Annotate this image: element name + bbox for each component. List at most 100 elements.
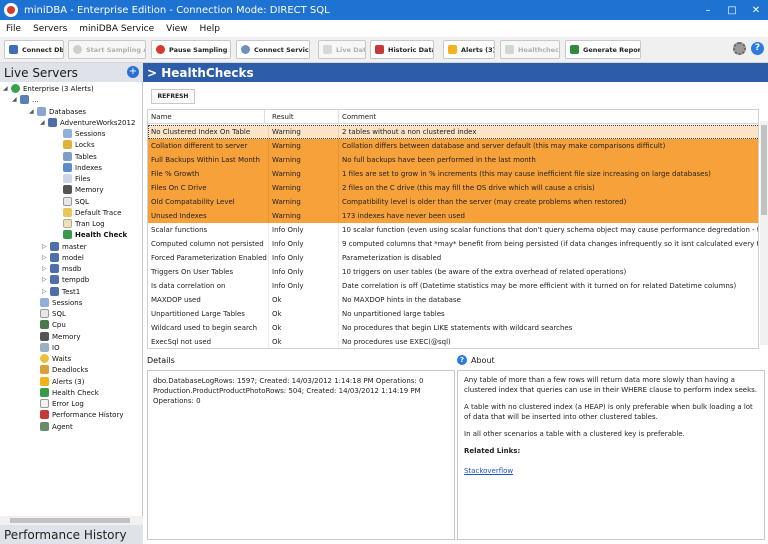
settings-gear-icon[interactable] <box>733 42 746 55</box>
table-row[interactable]: Files On C Drive Warning 2 files on the C … <box>148 181 758 195</box>
cell-name: Is data correlation on <box>148 279 269 293</box>
tree-label: Tables <box>75 152 97 161</box>
close-button[interactable]: ✕ <box>744 0 768 20</box>
tree-node-db-sessions[interactable]: Sessions <box>63 128 105 139</box>
tree-node-enterprise[interactable]: ◢ Enterprise (3 Alerts) <box>3 83 94 94</box>
tree-node-msdb[interactable]: ▷ msdb <box>42 263 81 274</box>
tree-node-db-sql[interactable]: SQL <box>63 196 89 207</box>
table-row[interactable]: MAXDOP used Ok No MAXDOP hints in the data… <box>148 293 758 307</box>
tree-node-tables[interactable]: Tables <box>63 151 97 162</box>
cell-comment: No full backups have been performed in t… <box>339 153 758 167</box>
server-icon <box>11 84 20 93</box>
calendar-icon <box>375 45 384 54</box>
cell-name: MAXDOP used <box>148 293 269 307</box>
tree-node-default-trace[interactable]: Default Trace <box>63 207 121 218</box>
tree-node-cpu[interactable]: Cpu <box>40 319 66 330</box>
tree-node-files[interactable]: Files <box>63 173 90 184</box>
menu-minidba-service[interactable]: miniDBA Service <box>73 24 160 34</box>
performance-history-header[interactable]: Performance History <box>0 525 143 544</box>
cell-comment: 2 tables without a non clustered index <box>339 125 758 139</box>
table-row[interactable]: ExecSql not used Ok No procedures use EXEC… <box>148 335 758 348</box>
cell-name: Computed column not persisted <box>148 237 269 251</box>
alerts-button[interactable]: Alerts (3) <box>443 40 495 59</box>
tree-node-tempdb[interactable]: ▷ tempdb <box>42 274 89 285</box>
scrollbar-thumb[interactable] <box>761 125 767 215</box>
about-paragraph: In all other scenarios a table with a cl… <box>464 430 685 438</box>
tree-node-tran-log[interactable]: Tran Log <box>63 218 105 229</box>
connect-service-button[interactable]: Connect Service <box>236 40 310 59</box>
trace-icon <box>63 208 72 217</box>
connect-db-label: Connect Db <box>22 45 64 54</box>
menu-view[interactable]: View <box>160 24 193 34</box>
tree-label: Performance History <box>52 410 124 419</box>
table-row[interactable]: No Clustered Index On Table Warning 2 tabl… <box>148 125 758 139</box>
table-row[interactable]: Collation different to server Warning Coll… <box>148 139 758 153</box>
tree-node-alerts[interactable]: Alerts (3) <box>40 376 84 387</box>
minimize-button[interactable]: – <box>696 0 720 20</box>
health-check-icon <box>63 230 72 239</box>
tree-node-sql[interactable]: SQL <box>40 308 66 319</box>
cell-result: Ok <box>269 335 339 348</box>
sql-icon <box>63 197 72 206</box>
tree-node-error-log[interactable]: Error Log <box>40 398 84 409</box>
about-header: ? About <box>457 355 495 365</box>
tree-node-indexes[interactable]: Indexes <box>63 162 102 173</box>
healthcheck-button[interactable]: Healthcheck <box>500 40 560 59</box>
connect-db-button[interactable]: Connect Db <box>4 40 64 59</box>
pause-sampling-all-button[interactable]: Pause Sampling All <box>151 40 231 59</box>
help-icon[interactable]: ? <box>751 42 764 55</box>
generate-reports-button[interactable]: Generate Reports <box>565 40 641 59</box>
tree-node-master[interactable]: ▷ master <box>42 241 87 252</box>
tree-node-adventureworks[interactable]: ◢ AdventureWorks2012 <box>40 117 135 128</box>
table-row[interactable]: Is data correlation on Info Only Date corr… <box>148 279 758 293</box>
table-row[interactable]: Unused Indexes Warning 173 indexes have ne… <box>148 209 758 223</box>
tree-node-db-health-check[interactable]: Health Check <box>63 229 127 240</box>
cell-comment: Parameterization is disabled <box>339 251 758 265</box>
table-row[interactable]: Wildcard used to begin search Ok No proced… <box>148 321 758 335</box>
table-row[interactable]: Full Backups Within Last Month Warning No … <box>148 153 758 167</box>
tree-horizontal-scrollbar[interactable] <box>0 516 143 525</box>
index-icon <box>63 163 72 172</box>
table-row[interactable]: Unpartitioned Large Tables Ok No unpartiti… <box>148 307 758 321</box>
table-row[interactable]: Triggers On User Tables Info Only 10 trigg… <box>148 265 758 279</box>
table-row[interactable]: Scalar functions Info Only 10 scalar funct… <box>148 223 758 237</box>
table-row[interactable]: Old Compatability Level Warning Compatibil… <box>148 195 758 209</box>
tree-node-waits[interactable]: Waits <box>40 353 71 364</box>
menu-servers[interactable]: Servers <box>27 24 73 34</box>
cell-comment: 9 computed columns that *may* benefit fr… <box>339 237 758 251</box>
live-data-button[interactable]: Live Data <box>318 40 366 59</box>
tree-node-instance[interactable]: ◢... <box>12 94 39 105</box>
tree-node-memory[interactable]: Memory <box>40 331 80 342</box>
tree-node-agent[interactable]: Agent <box>40 421 73 432</box>
maximize-button[interactable]: □ <box>720 0 744 20</box>
menu-help[interactable]: Help <box>193 24 226 34</box>
table-row[interactable]: File % Growth Warning 1 files are set to g… <box>148 167 758 181</box>
table-row[interactable]: Computed column not persisted Info Only 9 … <box>148 237 758 251</box>
tree-node-deadlocks[interactable]: Deadlocks <box>40 364 88 375</box>
column-header-comment[interactable]: Comment <box>339 110 758 124</box>
refresh-button[interactable]: REFRESH <box>151 89 195 104</box>
column-header-name[interactable]: Name <box>148 110 265 124</box>
menu-file[interactable]: File <box>0 24 27 34</box>
grid-vertical-scrollbar[interactable] <box>760 121 768 345</box>
add-server-icon[interactable]: + <box>127 66 139 78</box>
cell-result: Ok <box>269 321 339 335</box>
cell-comment: No procedures that begin LIKE statements… <box>339 321 758 335</box>
scrollbar-thumb[interactable] <box>10 518 130 523</box>
tree-node-db-memory[interactable]: Memory <box>63 184 103 195</box>
historic-data-button[interactable]: Historic Data <box>370 40 434 59</box>
tree-node-health-check[interactable]: Health Check <box>40 387 99 398</box>
tree-node-io[interactable]: IO <box>40 342 60 353</box>
cell-result: Info Only <box>269 237 339 251</box>
alerts-label: Alerts (3) <box>461 45 495 54</box>
tree-node-model[interactable]: ▷ model <box>42 252 84 263</box>
stackoverflow-link[interactable]: Stackoverflow <box>464 466 758 476</box>
tree-node-locks[interactable]: Locks <box>63 139 95 150</box>
tree-node-test1[interactable]: ▷ Test1 <box>42 286 80 297</box>
tree-node-performance-history[interactable]: Performance History <box>40 409 124 420</box>
table-row[interactable]: Forced Parameterization Enabled Info Only… <box>148 251 758 265</box>
column-header-result[interactable]: Result <box>269 110 339 124</box>
tree-node-databases[interactable]: ◢ Databases <box>29 106 86 117</box>
tree-node-sessions[interactable]: Sessions <box>40 297 82 308</box>
start-sampling-all-button[interactable]: Start Sampling All <box>68 40 146 59</box>
